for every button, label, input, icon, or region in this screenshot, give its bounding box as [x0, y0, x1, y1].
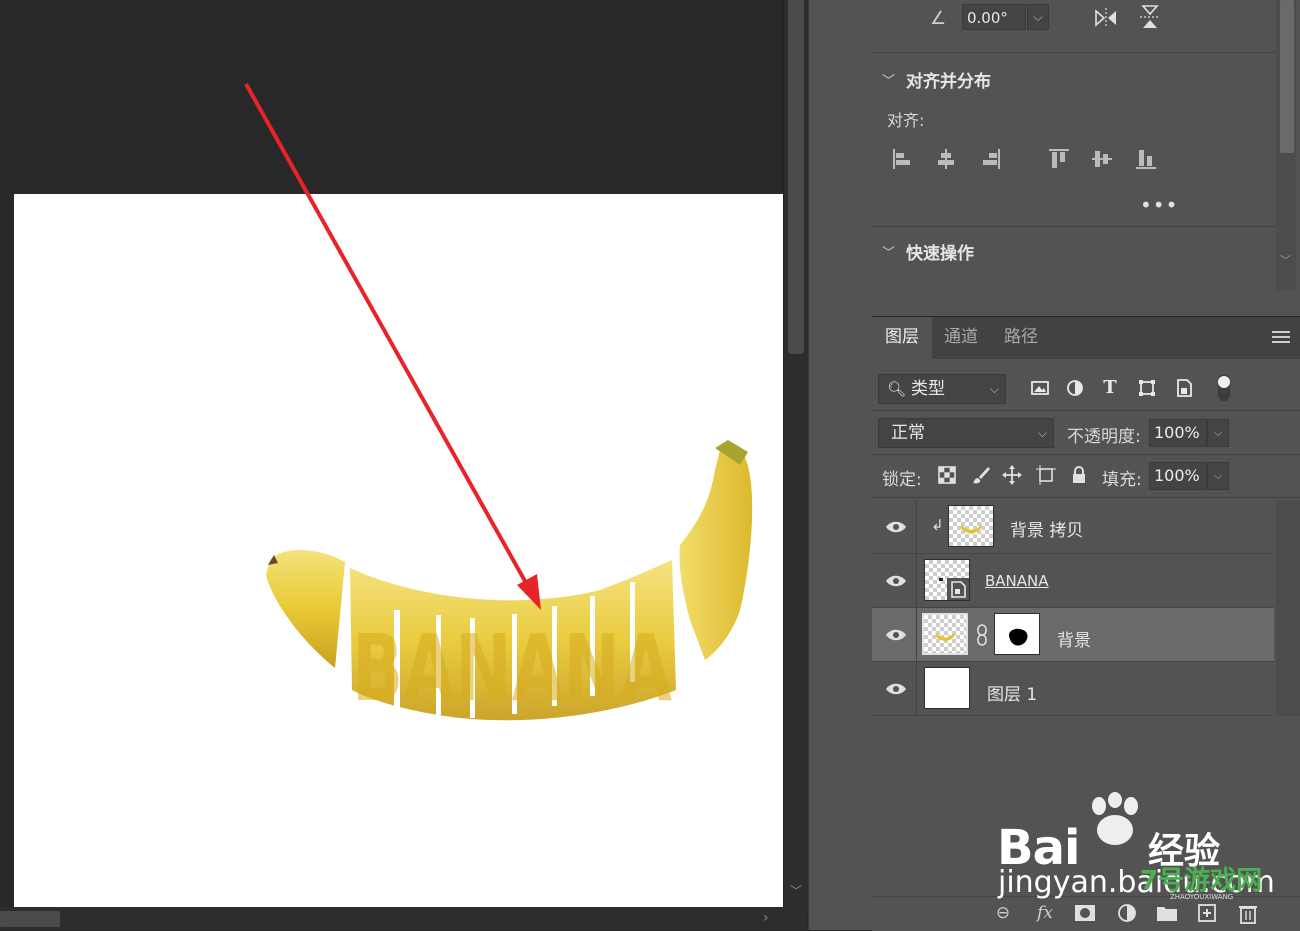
flip-vertical-icon[interactable] [1137, 3, 1163, 31]
layer-filter-select[interactable]: 🔍︎ 类型 ⌵ [878, 374, 1006, 404]
section-divider [872, 226, 1276, 227]
filter-toggle-icon[interactable] [1216, 374, 1232, 402]
panel-menu-icon[interactable] [1272, 330, 1290, 344]
lock-artboard-icon[interactable] [1035, 464, 1057, 486]
align-bottom-icon[interactable] [1134, 147, 1158, 171]
layers-scrollbar[interactable] [1276, 500, 1300, 716]
align-label: 对齐: [887, 111, 925, 130]
chevron-down-icon: ⌵ [989, 382, 999, 396]
layer-name[interactable]: 背景 拷贝 [1010, 516, 1083, 541]
lock-all-icon[interactable] [1068, 464, 1090, 486]
row-divider [916, 662, 917, 715]
watermark-secondary-sub: ZHAOYOUXIWANG [1170, 893, 1234, 901]
align-left-icon[interactable] [891, 147, 915, 171]
collapse-chevron-icon[interactable]: ﹀ [882, 70, 895, 89]
layer-thumbnail[interactable] [924, 667, 970, 709]
panel-gutter [808, 0, 872, 930]
clipping-arrow-icon: ↲ [931, 516, 944, 534]
layer-style-fx-icon[interactable]: fx [1033, 902, 1057, 924]
blend-mode-select[interactable]: 正常 ⌵ [878, 418, 1054, 448]
scroll-down-icon[interactable]: ﹀ [790, 882, 802, 899]
scroll-corner [783, 907, 807, 930]
filter-adjustment-icon[interactable] [1064, 377, 1086, 399]
chevron-down-icon[interactable]: ⌵ [1027, 4, 1049, 30]
layer-thumbnail[interactable] [924, 559, 970, 601]
opacity-input[interactable]: 100% [1149, 419, 1207, 447]
layer-thumbnail[interactable] [922, 613, 968, 655]
align-vertical-center-icon[interactable] [1090, 147, 1114, 171]
opacity-label: 不透明度: [1067, 427, 1141, 447]
new-group-folder-icon[interactable] [1155, 902, 1179, 924]
layer-name[interactable]: 背景 [1057, 626, 1091, 651]
align-horizontal-center-icon[interactable] [934, 147, 958, 171]
visibility-eye-icon[interactable] [885, 520, 907, 534]
tab-channels[interactable]: 通道 [932, 317, 990, 359]
section-divider [872, 410, 1300, 411]
banana-artwork: BANANA [266, 440, 753, 722]
rotation-angle-input[interactable]: 0.00° [962, 4, 1026, 30]
align-right-icon[interactable] [978, 147, 1002, 171]
blend-mode-value: 正常 [891, 423, 925, 443]
angle-icon: ∠ [930, 8, 947, 29]
filter-shape-icon[interactable] [1136, 377, 1158, 399]
section-divider [872, 497, 1300, 498]
artwork-text: BANANA [352, 615, 672, 722]
layer-name[interactable]: BANANA [985, 572, 1049, 590]
fill-input[interactable]: 100% [1149, 462, 1207, 490]
canvas-vertical-scroll-thumb[interactable] [788, 0, 804, 354]
quick-actions-title[interactable]: 快速操作 [906, 239, 974, 264]
filter-type-icon[interactable]: T [1099, 377, 1121, 399]
filter-kind-value: 类型 [911, 379, 945, 399]
layer-thumbnail[interactable] [948, 505, 994, 547]
fill-label: 填充: [1102, 470, 1142, 490]
row-divider [916, 500, 917, 553]
new-layer-icon[interactable] [1195, 902, 1219, 924]
collapse-chevron-icon[interactable]: ﹀ [882, 242, 895, 261]
chevron-down-icon: ⌵ [1037, 426, 1047, 440]
search-icon: 🔍︎ [887, 380, 907, 398]
tab-paths[interactable]: 路径 [990, 317, 1052, 359]
visibility-eye-icon[interactable] [885, 628, 907, 642]
adjustment-layer-icon[interactable] [1115, 902, 1139, 924]
align-section-title[interactable]: 对齐并分布 [906, 67, 991, 92]
link-layers-icon[interactable]: ⊖ [991, 902, 1015, 924]
chevron-down-icon[interactable]: ⌵ [1207, 419, 1229, 447]
lock-image-pixels-brush-icon[interactable] [970, 464, 992, 486]
row-divider [916, 608, 917, 661]
layer-mask-thumbnail[interactable] [994, 613, 1040, 655]
visibility-eye-icon[interactable] [885, 574, 907, 588]
filter-pixel-icon[interactable] [1029, 377, 1051, 399]
scroll-right-icon[interactable]: › [763, 910, 769, 926]
mask-link-icon[interactable] [975, 624, 989, 646]
chevron-down-icon[interactable]: ⌵ [1207, 462, 1229, 490]
row-divider [916, 554, 917, 607]
watermark-secondary: 7号游戏网 [1140, 866, 1263, 896]
section-divider [872, 454, 1300, 455]
canvas-horizontal-scroll-thumb[interactable] [0, 911, 60, 927]
section-divider [872, 52, 1276, 53]
delete-layer-trash-icon[interactable] [1236, 902, 1260, 924]
scroll-down-icon[interactable]: ﹀ [1280, 252, 1291, 268]
tab-layers[interactable]: 图层 [872, 317, 932, 359]
lock-position-move-icon[interactable] [1001, 464, 1023, 486]
lock-transparent-pixels-icon[interactable] [936, 464, 958, 486]
flip-horizontal-icon[interactable] [1093, 5, 1119, 31]
baidu-paw-logo [1092, 792, 1138, 845]
layer-name[interactable]: 图层 1 [987, 680, 1037, 705]
filter-smart-object-icon[interactable] [1173, 377, 1195, 399]
more-options-icon[interactable]: ••• [1140, 193, 1178, 217]
visibility-eye-icon[interactable] [885, 682, 907, 696]
properties-scroll-thumb[interactable] [1280, 0, 1294, 153]
align-top-icon[interactable] [1047, 147, 1071, 171]
lock-label: 锁定: [882, 470, 922, 490]
add-mask-icon[interactable] [1073, 902, 1097, 924]
canvas-horizontal-scrollbar[interactable] [0, 907, 783, 930]
